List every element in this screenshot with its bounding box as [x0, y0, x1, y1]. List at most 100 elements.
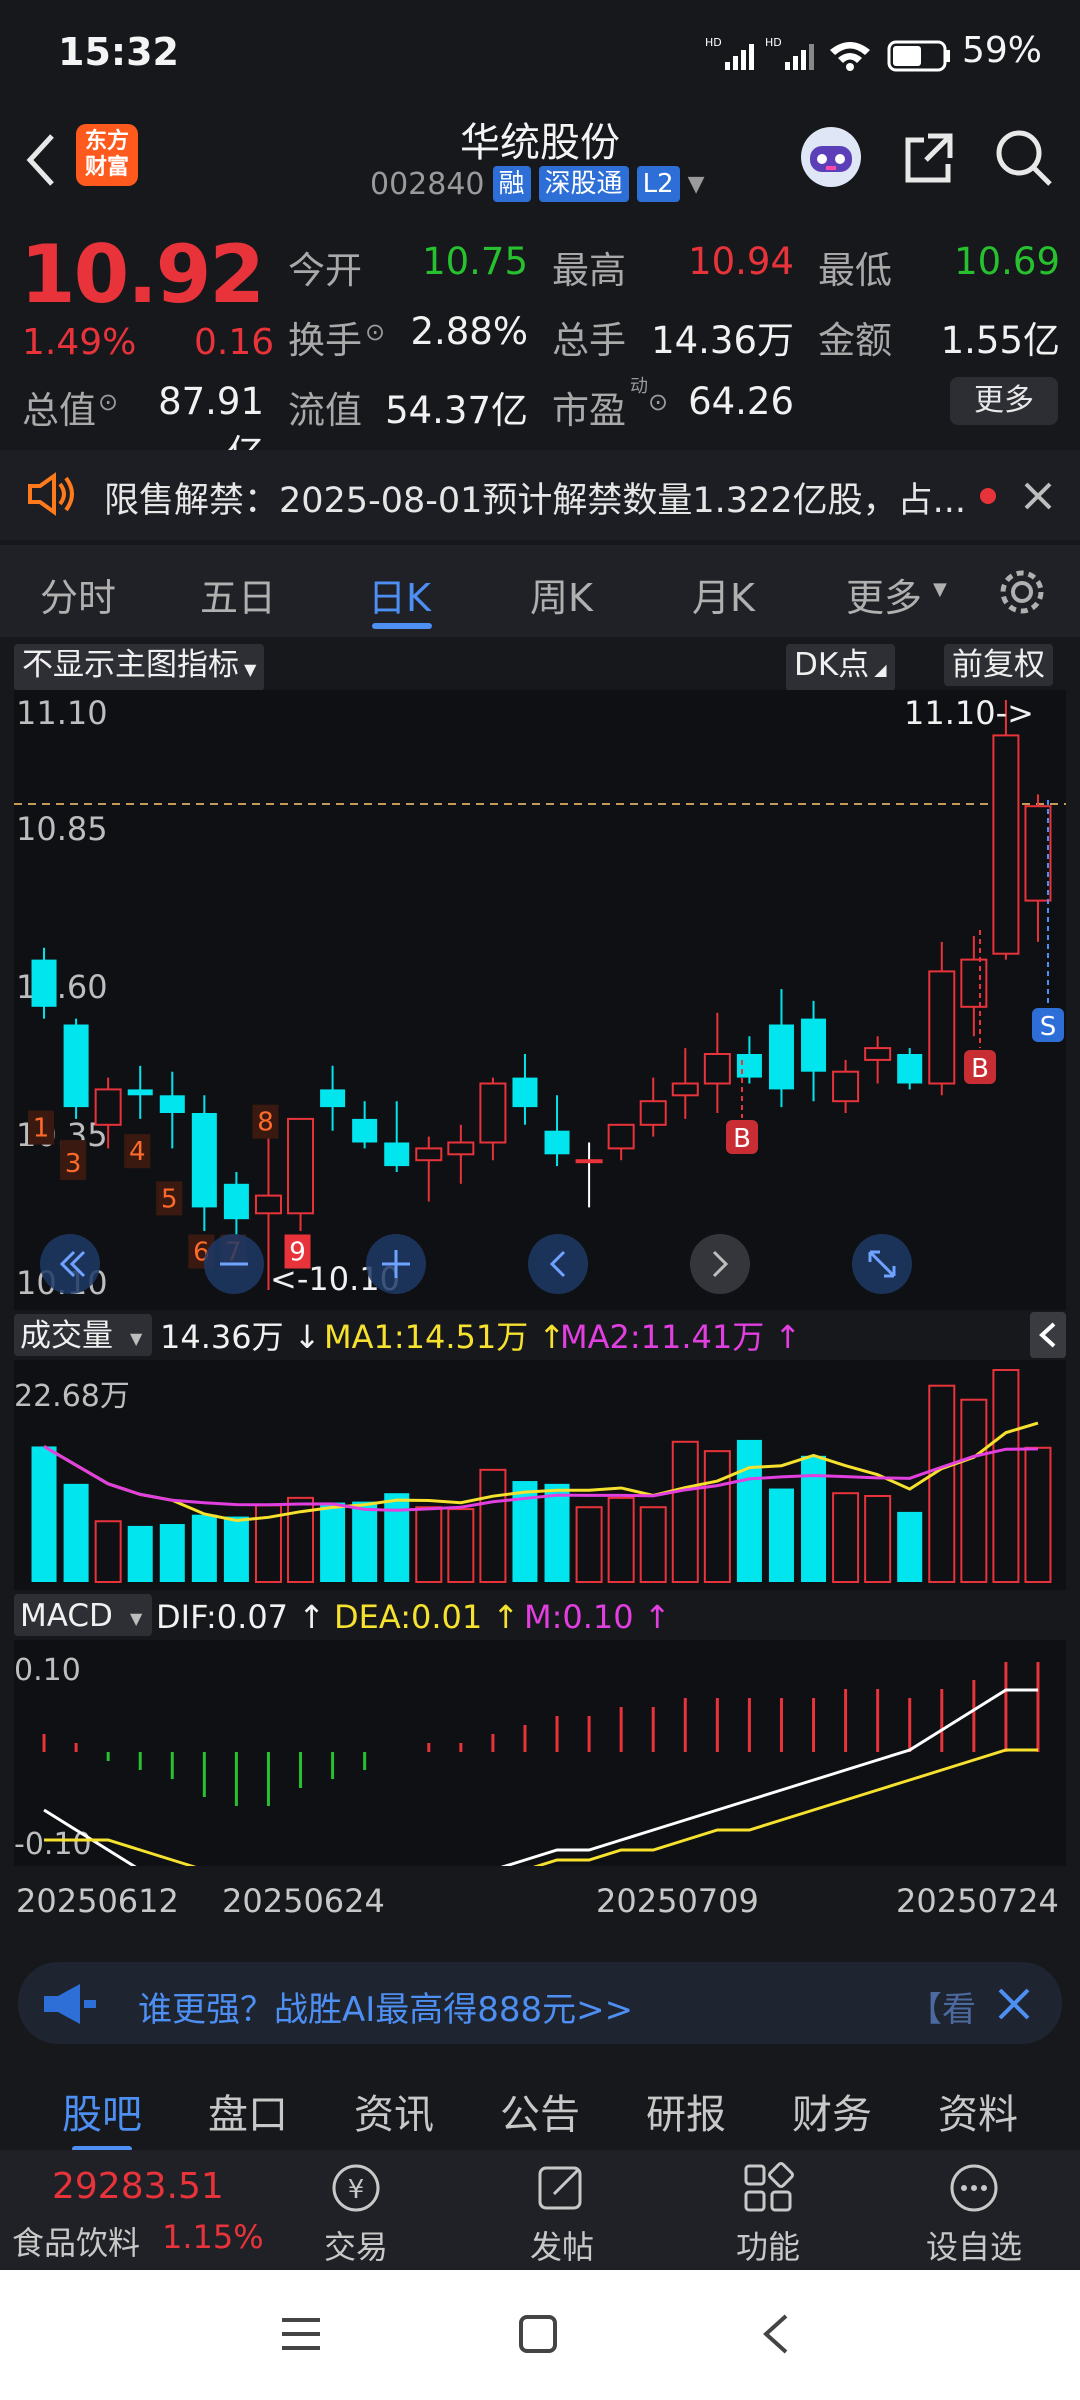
volume-bar-up [479, 1468, 507, 1583]
change-percent: 1.49% [22, 322, 137, 363]
volume-bar-up [1024, 1446, 1052, 1584]
more-button[interactable]: 更多 [950, 377, 1058, 425]
amount-label: 金额 [818, 319, 892, 362]
battery-percent: 59% [962, 30, 1043, 71]
volume-bar-up [864, 1495, 892, 1584]
main-indicator-select[interactable]: 不显示主图指标 ▼ [14, 644, 265, 691]
chevron-down-icon: ▼ [130, 1609, 143, 1628]
close-icon[interactable] [1020, 478, 1056, 514]
stock-header: 华统股份 002840 融 深股通 L2 ▼ [0, 110, 1080, 215]
gear-icon[interactable] [995, 565, 1049, 619]
share-icon[interactable] [900, 128, 960, 188]
bottom-action-bar: 29283.51 食品饮料 1.15% ¥ 交易 发帖 功能 设自选 [0, 2150, 1080, 2270]
candle-body-up [1024, 805, 1052, 902]
tab-news[interactable]: 资讯 [354, 2082, 434, 2140]
collapse-panel-button[interactable] [1030, 1312, 1066, 1358]
scroll-start-button[interactable] [40, 1234, 100, 1294]
tab-guba[interactable]: 股吧 [62, 2082, 142, 2140]
zoom-out-button[interactable] [204, 1234, 264, 1294]
volume-max-label: 22.68万 [14, 1379, 130, 1414]
price-tick: 10.85 [16, 810, 108, 848]
volume-value: 14.36万 ↓ [160, 1318, 321, 1356]
volume-value: 14.36万 [651, 319, 794, 362]
chevron-down-icon: ▼ [687, 171, 705, 197]
active-tab-indicator [372, 623, 432, 629]
td-count-label: 3 [65, 1149, 82, 1179]
promo-banner[interactable]: 谁更强？战胜AI最高得888元>> 【看 [18, 1962, 1062, 2044]
tab-five-day[interactable]: 五日 [200, 567, 276, 622]
tab-orderbook[interactable]: 盘口 [208, 2082, 288, 2140]
volume-bar-down [127, 1525, 153, 1582]
zoom-in-button[interactable] [366, 1234, 426, 1294]
date-tick: 20250624 [222, 1882, 385, 1920]
unread-dot [980, 488, 996, 504]
trade-icon: ¥ [332, 2164, 380, 2212]
tab-more[interactable]: 更多 [846, 567, 922, 622]
back-icon[interactable] [758, 2312, 794, 2356]
tab-financials[interactable]: 财务 [792, 2082, 872, 2140]
date-tick: 20250709 [596, 1882, 759, 1920]
tab-research[interactable]: 研报 [646, 2082, 726, 2140]
tab-announcements[interactable]: 公告 [500, 2082, 580, 2140]
info-icon[interactable]: ⊙ [648, 388, 668, 416]
notice-text: 限售解禁：2025-08-01预计解禁数量1.322亿股，占... [104, 481, 966, 521]
sell-signal-label: S [1040, 1012, 1057, 1042]
sector-name[interactable]: 食品饮料 [12, 2218, 140, 2264]
price-tick: 11.10 [16, 694, 108, 732]
info-icon[interactable]: ⊙ [98, 388, 118, 416]
info-icon[interactable]: ⊙ [365, 318, 385, 346]
pe-superscript: 动 [630, 376, 648, 397]
notice-bar[interactable]: 限售解禁：2025-08-01预计解禁数量1.322亿股，占... [0, 450, 1080, 540]
tab-daily-k[interactable]: 日K [368, 567, 431, 622]
open-label: 今开 [288, 249, 362, 292]
close-icon[interactable] [994, 1984, 1034, 2024]
svg-text:¥: ¥ [348, 2175, 365, 2205]
status-bar: 15:32 HD HD 59% [0, 0, 1080, 110]
add-watchlist-button[interactable]: 设自选 [914, 2222, 1034, 2268]
post-button[interactable]: 发帖 [502, 2222, 622, 2268]
low-label: 最低 [818, 249, 892, 292]
tab-monthly-k[interactable]: 月K [692, 567, 755, 622]
candle-body-down [801, 1018, 827, 1072]
sector-index-value[interactable]: 29283.51 [52, 2166, 224, 2207]
scroll-left-button[interactable] [528, 1234, 588, 1294]
volume-bar-down [544, 1483, 570, 1582]
home-icon[interactable] [518, 2314, 558, 2354]
date-tick: 20250612 [16, 1882, 179, 1920]
chart-toolbar: 不显示主图指标 ▼ DK点 ◢ 前复权 [0, 640, 1080, 691]
more-dots-icon [950, 2164, 998, 2212]
macd-top-label: 0.10 [14, 1653, 81, 1688]
low-value: 10.69 [954, 240, 1060, 283]
chevron-down-icon: ▼ [130, 1329, 143, 1348]
high-value: 10.94 [688, 240, 794, 283]
scroll-right-button[interactable] [690, 1234, 750, 1294]
robot-assistant-icon[interactable] [796, 122, 866, 192]
open-value: 10.75 [422, 240, 528, 283]
candle-body-up [447, 1141, 475, 1156]
kline-chart[interactable]: 11.10 10.85 10.60 10.35 10.10 123456789 … [0, 690, 1080, 1950]
turnover-value: 2.88% [410, 310, 528, 353]
search-icon[interactable] [994, 128, 1054, 188]
candle-body-up [94, 1088, 122, 1126]
volume-bar-up [415, 1506, 443, 1583]
trade-button[interactable]: 交易 [296, 2222, 416, 2268]
stock-code-line[interactable]: 002840 融 深股通 L2 ▼ [370, 166, 705, 202]
dk-select[interactable]: DK点 ◢ [786, 644, 895, 691]
change-amount: 0.16 [194, 322, 275, 363]
candle-body-up [992, 734, 1020, 955]
menu-icon[interactable] [280, 2314, 324, 2354]
candle-body-up [287, 1117, 315, 1215]
dk-label: DK点 [794, 647, 870, 683]
candle-body-down [223, 1183, 249, 1220]
fullscreen-button[interactable] [852, 1234, 912, 1294]
pe-label: 市盈 [552, 389, 626, 432]
system-nav-bar [0, 2270, 1080, 2400]
tab-intraday[interactable]: 分时 [40, 567, 116, 622]
tab-profile[interactable]: 资料 [938, 2082, 1018, 2140]
volume-bar-down [159, 1524, 185, 1582]
speaker-icon [28, 472, 74, 516]
functions-button[interactable]: 功能 [708, 2222, 828, 2268]
tab-weekly-k[interactable]: 周K [530, 567, 593, 622]
candle-body-up [415, 1147, 443, 1162]
adjust-select[interactable]: 前复权 [944, 644, 1053, 686]
